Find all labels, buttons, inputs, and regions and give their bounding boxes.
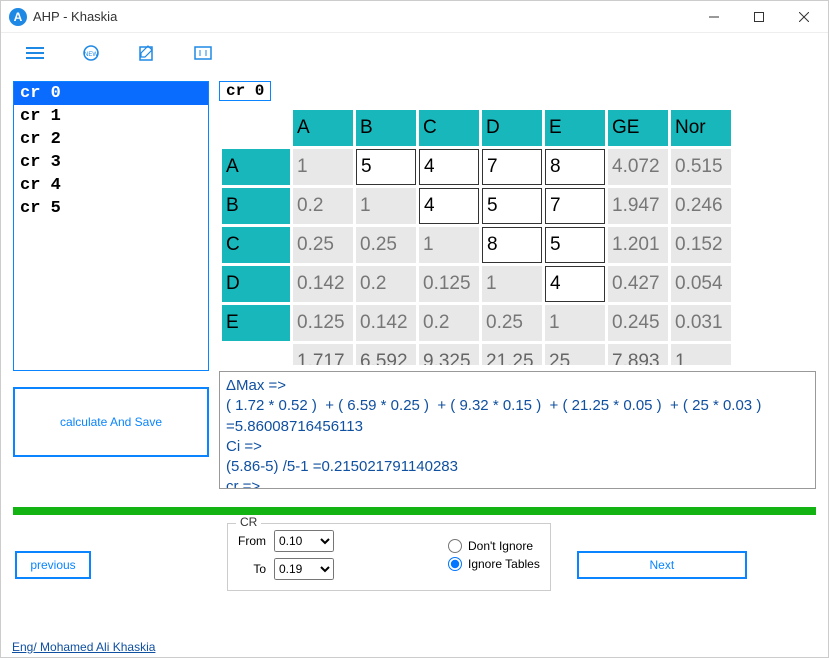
matrix-sum-cell: 9.325 [419, 344, 479, 365]
matrix-row-header: C [222, 227, 290, 263]
next-button[interactable]: Next [577, 551, 747, 579]
criteria-item[interactable]: cr 0 [14, 82, 208, 105]
matrix-cell-readonly: 1 [482, 266, 542, 302]
footer-link[interactable]: Eng/ Mohamed Ali Khaskia [12, 640, 155, 654]
matrix-cell-readonly: 0.2 [419, 305, 479, 341]
matrix-cell-input[interactable]: 4 [419, 149, 479, 185]
close-button[interactable] [781, 2, 826, 32]
criteria-item[interactable]: cr 1 [14, 105, 208, 128]
matrix-scroll[interactable]: ABCDEGENorA154784.0720.515B0.214571.9470… [219, 107, 816, 365]
matrix-cell-readonly: 0.427 [608, 266, 668, 302]
matrix-cell-readonly: 0.142 [293, 266, 353, 302]
matrix-cell-readonly: 1 [293, 149, 353, 185]
new-icon[interactable]: NEW [81, 43, 101, 63]
matrix-cell-readonly: 0.25 [293, 227, 353, 263]
matrix-cell-readonly: 1 [545, 305, 605, 341]
cr-to-label: To [238, 562, 266, 576]
edit-icon[interactable] [137, 43, 157, 63]
matrix-cell-readonly: 0.245 [608, 305, 668, 341]
matrix-cell-readonly: 0.125 [293, 305, 353, 341]
comparison-matrix: ABCDEGENorA154784.0720.515B0.214571.9470… [219, 107, 734, 365]
current-criteria-label: cr 0 [219, 81, 271, 101]
matrix-cell-readonly: 0.125 [419, 266, 479, 302]
menu-icon[interactable] [25, 43, 45, 63]
matrix-cell-readonly: 0.2 [356, 266, 416, 302]
matrix-cell-readonly: 0.25 [482, 305, 542, 341]
matrix-cell-input[interactable]: 8 [482, 227, 542, 263]
matrix-row-header: A [222, 149, 290, 185]
matrix-row-header: B [222, 188, 290, 224]
matrix-col-header: D [482, 110, 542, 146]
matrix-sum-cell: 1 [671, 344, 731, 365]
window-controls [691, 2, 826, 32]
matrix-cell-readonly: 1.947 [608, 188, 668, 224]
maximize-icon [754, 12, 764, 22]
criteria-list[interactable]: cr 0cr 1cr 2cr 3cr 4cr 5 [13, 81, 209, 371]
radio-ignore-tables[interactable]: Ignore Tables [448, 557, 540, 571]
matrix-cell-readonly: 0.142 [356, 305, 416, 341]
matrix-cell-input[interactable]: 4 [545, 266, 605, 302]
matrix-sum-cell: 1.717 [293, 344, 353, 365]
matrix-cell-input[interactable]: 5 [545, 227, 605, 263]
cr-panel: CR From 0.10 To 0.19 Don't Ignore Ignore… [227, 523, 551, 591]
matrix-cell-readonly: 0.2 [293, 188, 353, 224]
matrix-cell-readonly: 1.201 [608, 227, 668, 263]
titlebar: A AHP - Khaskia [1, 1, 828, 33]
matrix-sum-cell: 6.592 [356, 344, 416, 365]
cr-to-select[interactable]: 0.19 [274, 558, 334, 580]
minimize-icon [709, 12, 719, 22]
calculation-output[interactable]: ΔMax => ( 1.72 * 0.52 ) + ( 6.59 * 0.25 … [219, 371, 816, 489]
criteria-item[interactable]: cr 3 [14, 151, 208, 174]
criteria-item[interactable]: cr 2 [14, 128, 208, 151]
matrix-cell-readonly: 0.031 [671, 305, 731, 341]
matrix-cell-readonly: 1 [356, 188, 416, 224]
criteria-item[interactable]: cr 4 [14, 174, 208, 197]
matrix-cell-readonly: 4.072 [608, 149, 668, 185]
matrix-row-header: E [222, 305, 290, 341]
matrix-cell-readonly: 0.25 [356, 227, 416, 263]
criteria-item[interactable]: cr 5 [14, 197, 208, 220]
matrix-sum-cell: 25 [545, 344, 605, 365]
matrix-col-header: E [545, 110, 605, 146]
matrix-sum-cell: 21.25 [482, 344, 542, 365]
cr-from-select[interactable]: 0.10 [274, 530, 334, 552]
app-icon: A [9, 8, 27, 26]
radio-dont-ignore[interactable]: Don't Ignore [448, 539, 540, 553]
maximize-button[interactable] [736, 2, 781, 32]
matrix-row-header: D [222, 266, 290, 302]
matrix-col-header: GE [608, 110, 668, 146]
previous-button[interactable]: previous [15, 551, 91, 579]
progress-bar [13, 507, 816, 515]
matrix-col-header: A [293, 110, 353, 146]
matrix-col-header: C [419, 110, 479, 146]
calculate-save-button[interactable]: calculate And Save [13, 387, 209, 457]
matrix-container: ABCDEGENorA154784.0720.515B0.214571.9470… [219, 107, 816, 365]
close-icon [799, 12, 809, 22]
matrix-cell-input[interactable]: 7 [482, 149, 542, 185]
matrix-cell-input[interactable]: 8 [545, 149, 605, 185]
window-title: AHP - Khaskia [33, 9, 117, 24]
matrix-cell-input[interactable]: 7 [545, 188, 605, 224]
matrix-col-header: B [356, 110, 416, 146]
matrix-cell-input[interactable]: 5 [356, 149, 416, 185]
matrix-cell-input[interactable]: 4 [419, 188, 479, 224]
matrix-sum-cell: 7.893 [608, 344, 668, 365]
matrix-cell-readonly: 0.515 [671, 149, 731, 185]
toolbar: NEW [1, 33, 828, 73]
matrix-col-header: Nor [671, 110, 731, 146]
matrix-cell-readonly: 0.246 [671, 188, 731, 224]
matrix-cell-input[interactable]: 5 [482, 188, 542, 224]
svg-text:NEW: NEW [84, 52, 98, 58]
cr-from-label: From [238, 534, 266, 548]
minimize-button[interactable] [691, 2, 736, 32]
matrix-cell-readonly: 0.054 [671, 266, 731, 302]
matrix-cell-readonly: 0.152 [671, 227, 731, 263]
cr-legend: CR [236, 515, 261, 529]
preview-icon[interactable] [193, 43, 213, 63]
matrix-cell-readonly: 1 [419, 227, 479, 263]
